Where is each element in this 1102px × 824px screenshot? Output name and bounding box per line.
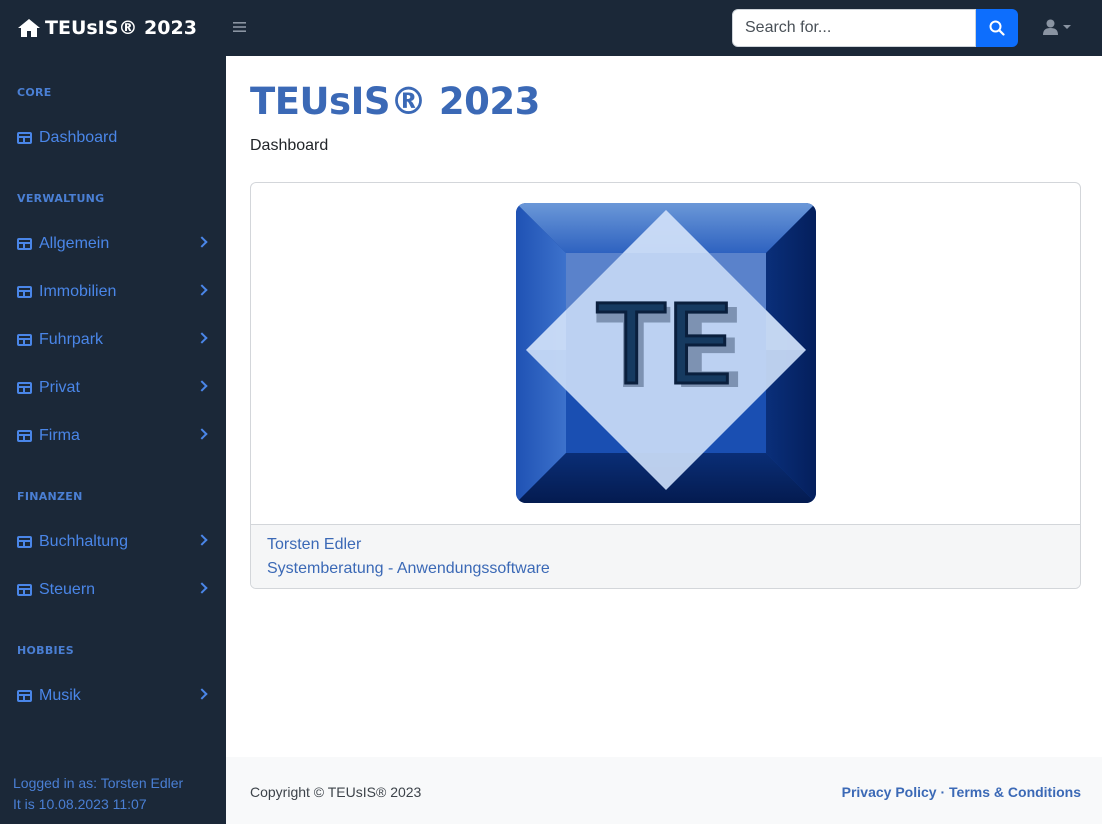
sidebar-heading-core: CORE: [17, 86, 52, 99]
card-body: TE TE: [251, 183, 1080, 524]
table-icon: [17, 430, 32, 442]
sidebar-item-privat[interactable]: Privat: [0, 368, 226, 408]
datetime-text: It is 10.08.2023 11:07: [13, 796, 147, 812]
sidebar-item-label: Musik: [39, 687, 81, 704]
chevron-right-icon: [196, 534, 208, 546]
sidebar-item-label: Privat: [39, 379, 80, 396]
sidebar-item-label: Immobilien: [39, 283, 117, 300]
te-logo: TE TE: [516, 203, 816, 503]
top-navbar: TEUsIS® 2023: [0, 0, 1102, 56]
hamburger-icon: [233, 22, 246, 32]
sidebar-item-label: Allgemein: [39, 235, 110, 252]
table-icon: [17, 238, 32, 250]
brand-text: TEUsIS® 2023: [45, 17, 197, 39]
sidebar-footer: Logged in as: Torsten Edler It is 10.08.…: [13, 773, 183, 815]
sidebar-heading-verwaltung: VERWALTUNG: [17, 192, 105, 205]
sidebar-item-label: Firma: [39, 427, 80, 444]
sidebar-item-immobilien[interactable]: Immobilien: [0, 272, 226, 312]
terms-conditions-link[interactable]: Terms & Conditions: [949, 784, 1081, 800]
table-icon: [17, 334, 32, 346]
home-icon: [18, 19, 40, 37]
card-footer: Torsten Edler Systemberatung - Anwendung…: [251, 524, 1080, 588]
sidebar-item-buchhaltung[interactable]: Buchhaltung: [0, 522, 226, 562]
table-icon: [17, 536, 32, 548]
table-icon: [17, 690, 32, 702]
sidebar-item-label: Fuhrpark: [39, 331, 104, 348]
breadcrumb: Dashboard: [250, 137, 329, 154]
card-footer-subtitle: Systemberatung - Anwendungssoftware: [267, 560, 550, 577]
footer-separator: ·: [940, 784, 946, 800]
search-icon: [989, 20, 1005, 36]
sidebar-item-label: Buchhaltung: [39, 533, 128, 550]
logged-in-text: Logged in as: Torsten Edler: [13, 775, 184, 791]
chevron-down-icon: [1063, 25, 1071, 29]
brand-link[interactable]: TEUsIS® 2023: [17, 17, 217, 39]
user-icon: [1043, 19, 1058, 35]
search-button[interactable]: [976, 9, 1018, 47]
table-icon: [17, 382, 32, 394]
chevron-right-icon: [196, 236, 208, 248]
chevron-right-icon: [196, 428, 208, 440]
sidebar-item-firma[interactable]: Firma: [0, 416, 226, 456]
sidebar-item-label: Dashboard: [39, 129, 118, 146]
search-group: [732, 9, 1018, 47]
chevron-right-icon: [196, 688, 208, 700]
chevron-right-icon: [196, 332, 208, 344]
sidebar: CORE Dashboard VERWALTUNG Allgemein Immo…: [0, 56, 226, 824]
table-icon: [17, 132, 32, 144]
user-dropdown[interactable]: [1043, 19, 1071, 35]
search-input[interactable]: [732, 9, 976, 47]
sidebar-item-label: Steuern: [39, 581, 96, 598]
footer-links: Privacy Policy · Terms & Conditions: [842, 784, 1081, 800]
page-title: TEUsIS® 2023: [250, 80, 540, 123]
sidebar-item-dashboard[interactable]: Dashboard: [0, 118, 226, 158]
sidebar-toggle-button[interactable]: [233, 18, 249, 38]
page-footer: Copyright © TEUsIS® 2023 Privacy Policy …: [226, 757, 1102, 824]
copyright-text: Copyright © TEUsIS® 2023: [250, 784, 422, 800]
chevron-right-icon: [196, 380, 208, 392]
chevron-right-icon: [196, 284, 208, 296]
sidebar-heading-finanzen: FINANZEN: [17, 490, 83, 503]
dashboard-card: TE TE Torsten Edler Systemberatung - Anw…: [250, 182, 1081, 589]
sidebar-item-allgemein[interactable]: Allgemein: [0, 224, 226, 264]
privacy-policy-link[interactable]: Privacy Policy: [842, 784, 937, 800]
sidebar-item-steuern[interactable]: Steuern: [0, 570, 226, 610]
logo-text: TE: [597, 281, 735, 409]
table-icon: [17, 286, 32, 298]
table-icon: [17, 584, 32, 596]
sidebar-item-fuhrpark[interactable]: Fuhrpark: [0, 320, 226, 360]
chevron-right-icon: [196, 582, 208, 594]
sidebar-item-musik[interactable]: Musik: [0, 676, 226, 716]
card-footer-name: Torsten Edler: [267, 536, 362, 553]
sidebar-heading-hobbies: HOBBIES: [17, 644, 74, 657]
